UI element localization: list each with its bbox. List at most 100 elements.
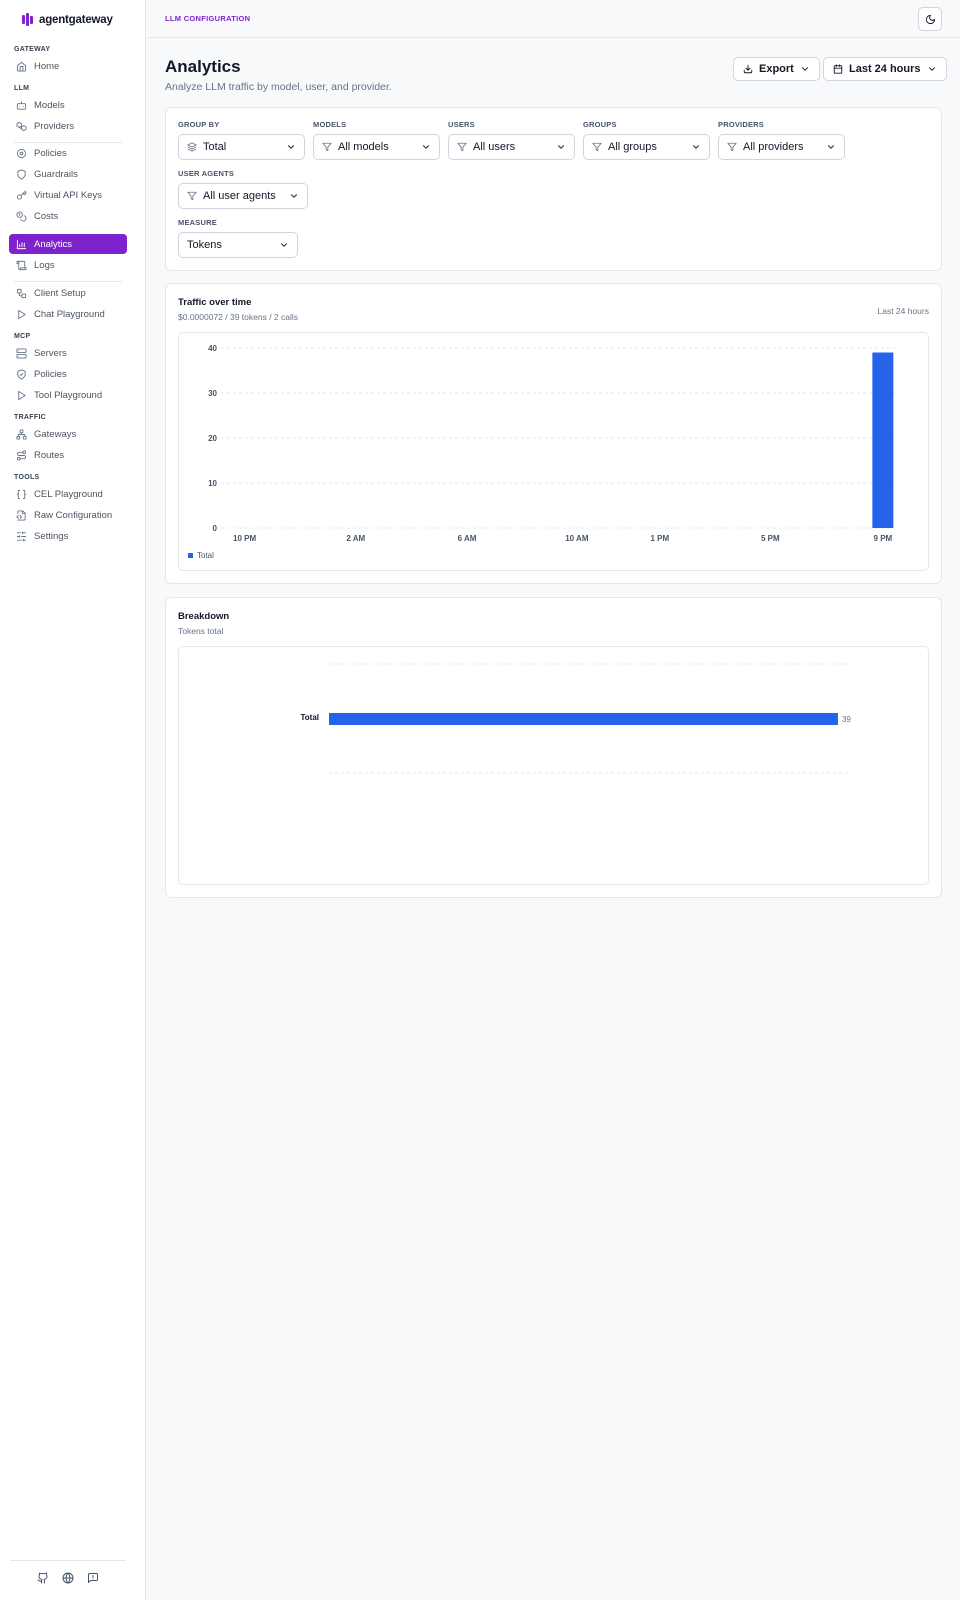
y-tick-label: 10	[208, 479, 217, 488]
user-agents-label: USER AGENTS	[178, 169, 235, 178]
sidebar-item-llm-client-setup[interactable]: Client Setup	[9, 283, 127, 303]
sidebar-item-label: Providers	[34, 120, 75, 132]
x-tick-label: 5 PM	[761, 534, 780, 543]
breakdown-card: Breakdown Tokens total Total 39	[165, 597, 942, 898]
time-range-button[interactable]: Last 24 hours	[823, 57, 947, 81]
y-tick-label: 20	[208, 434, 217, 443]
page-title: Analytics	[165, 57, 241, 76]
sidebar-item-tools-cel-playground[interactable]: CEL Playground	[9, 484, 127, 504]
layers-icon	[187, 142, 197, 152]
shield-icon	[17, 168, 26, 180]
measure-select[interactable]: Tokens	[178, 232, 298, 258]
models-value: All models	[338, 141, 389, 153]
chevron-down-icon	[288, 145, 294, 149]
users-select[interactable]: All users	[448, 134, 575, 160]
sidebar-item-label: Client Setup	[34, 287, 86, 299]
y-tick-label: 0	[213, 524, 218, 533]
users-value: All users	[473, 141, 516, 153]
bot-icon	[16, 100, 27, 110]
providers-select[interactable]: All providers	[718, 134, 845, 160]
sidebar-item-tools-settings[interactable]: Settings	[9, 526, 127, 546]
sidebar-item-label: CEL Playground	[34, 488, 103, 500]
sidebar-item-label: Servers	[34, 347, 67, 359]
filters-card: GROUP BY Total MODELS All models USERS A…	[165, 107, 942, 271]
topbar-title: LLM CONFIGURATION	[165, 14, 251, 23]
sidebar-item-llm-chat-playground[interactable]: Chat Playground	[9, 304, 127, 324]
sidebar-item-tools-raw-configuration[interactable]: Raw Configuration	[9, 505, 127, 525]
sidebar-item-traffic-routes[interactable]: Routes	[9, 445, 127, 465]
chevron-down-icon	[801, 67, 808, 71]
sidebar-item-llm-models[interactable]: Models	[9, 95, 127, 115]
sidebar-item-label: Logs	[34, 259, 55, 271]
sidebar-item-llm-virtual-api-keys[interactable]: Virtual API Keys	[9, 185, 127, 205]
sidebar-item-llm-costs[interactable]: Costs	[9, 206, 127, 226]
breakdown-subtitle: Tokens total	[178, 626, 224, 636]
nav-section-mcp: MCP	[14, 333, 31, 340]
sidebar-item-mcp-tool-playground[interactable]: Tool Playground	[9, 385, 127, 405]
filter-icon	[322, 142, 332, 152]
group-by-select[interactable]: Total	[178, 134, 305, 160]
sidebar-item-label: Settings	[34, 530, 69, 542]
feedback-icon[interactable]	[87, 1571, 99, 1589]
models-select[interactable]: All models	[313, 134, 440, 160]
sidebar-item-label: Raw Configuration	[34, 509, 113, 521]
sidebar: agentgateway GATEWAY Home LLM Models Provide…	[0, 0, 146, 1600]
group-by-value: Total	[203, 141, 227, 153]
network-icon	[16, 428, 27, 440]
sidebar-item-llm-guardrails[interactable]: Guardrails	[9, 164, 127, 184]
nav-section-gateway: GATEWAY	[14, 46, 51, 53]
y-tick-label: 40	[208, 344, 217, 353]
user-agents-select[interactable]: All user agents	[178, 183, 308, 209]
boxes-icon	[16, 121, 27, 131]
sidebar-item-llm-analytics[interactable]: Analytics	[9, 234, 127, 254]
sidebar-item-mcp-policies[interactable]: Policies	[9, 364, 127, 384]
bar-9-pm	[872, 352, 894, 528]
bar-total	[329, 713, 838, 725]
measure-value: Tokens	[187, 239, 222, 251]
sidebar-item-traffic-gateways[interactable]: Gateways	[9, 424, 127, 444]
github-icon[interactable]	[37, 1571, 49, 1589]
traffic-summary: $0.0000072 / 39 tokens / 2 calls	[178, 312, 299, 322]
export-button[interactable]: Export	[733, 57, 820, 81]
user-agents-value: All user agents	[203, 190, 276, 202]
traffic-title: Traffic over time	[178, 297, 252, 308]
sliders-icon	[16, 530, 27, 542]
theme-toggle-button[interactable]	[918, 7, 942, 31]
category-label: Total	[300, 713, 319, 722]
chevron-down-icon	[558, 145, 564, 149]
measure-label: MEASURE	[178, 218, 217, 227]
group-by-label: GROUP BY	[178, 120, 220, 129]
sidebar-item-llm-policies[interactable]: Policies	[9, 143, 127, 163]
logo[interactable]: agentgateway	[22, 13, 113, 26]
x-tick-label: 10 PM	[233, 534, 256, 543]
breakdown-title: Breakdown	[178, 611, 230, 622]
moon-icon	[925, 14, 935, 24]
play-icon	[18, 309, 26, 319]
sidebar-item-label: Policies	[34, 147, 67, 159]
x-tick-label: 9 PM	[874, 534, 893, 543]
traffic-card: Traffic over time $0.0000072 / 39 tokens…	[165, 283, 942, 584]
groups-select[interactable]: All groups	[583, 134, 710, 160]
bar-chart-icon	[16, 239, 27, 249]
sidebar-item-label: Tool Playground	[34, 389, 103, 401]
globe-icon[interactable]	[62, 1571, 74, 1589]
play-icon	[18, 390, 26, 400]
models-label: MODELS	[313, 120, 347, 129]
key-icon	[16, 189, 27, 200]
chevron-down-icon	[693, 145, 699, 149]
agentgateway-logo-icon	[22, 13, 33, 26]
sidebar-item-llm-logs[interactable]: Logs	[9, 255, 127, 275]
chevron-down-icon	[291, 194, 297, 198]
sidebar-item-label: Guardrails	[34, 168, 78, 180]
breakdown-chart-container: Total 39	[178, 646, 929, 885]
export-label: Export	[759, 63, 794, 75]
coins-icon	[16, 210, 27, 221]
nav-divider	[14, 281, 122, 282]
route-icon	[16, 449, 27, 461]
sidebar-item-gateway-home[interactable]: Home	[9, 56, 127, 76]
sidebar-item-mcp-servers[interactable]: Servers	[9, 343, 127, 363]
users-label: USERS	[448, 120, 475, 129]
page-subtitle: Analyze LLM traffic by model, user, and …	[165, 81, 392, 93]
sidebar-item-label: Policies	[34, 368, 67, 380]
sidebar-item-llm-providers[interactable]: Providers	[9, 116, 127, 136]
